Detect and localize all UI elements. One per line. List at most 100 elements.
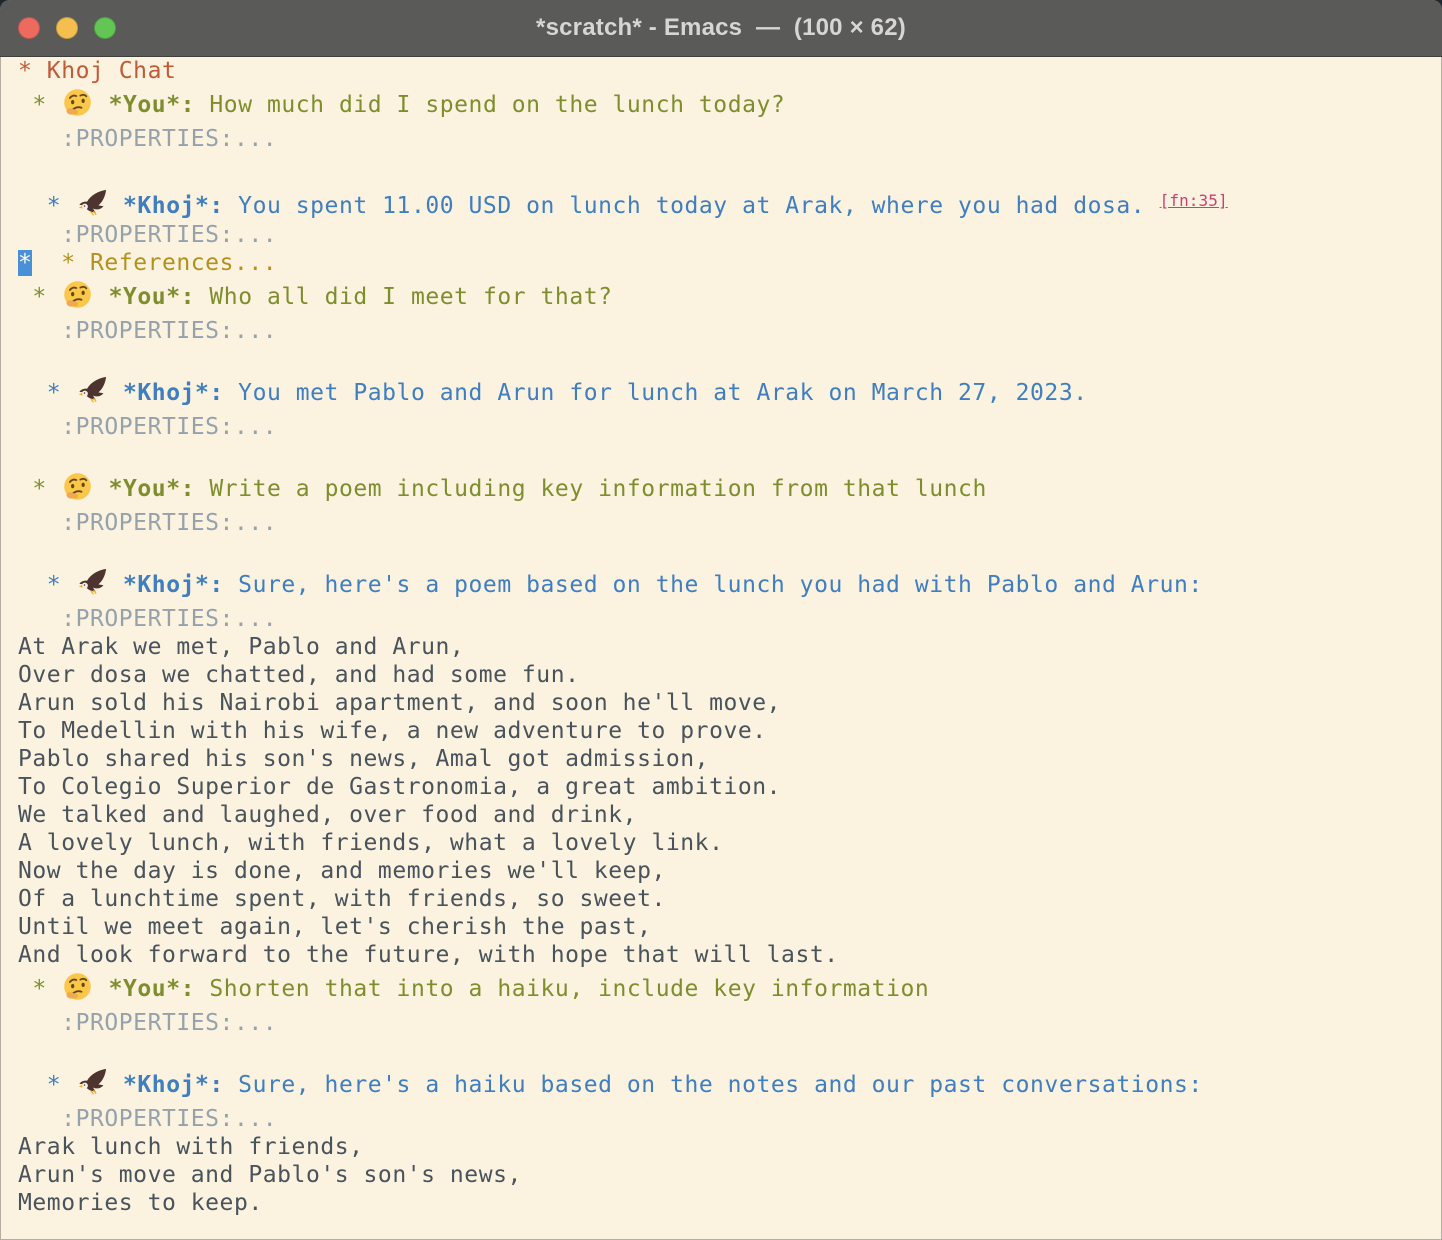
properties-line: :PROPERTIES:...	[18, 509, 1442, 537]
org-heading-khoj-chat: * Khoj Chat	[18, 58, 176, 84]
references-heading[interactable]: * References...	[61, 250, 277, 276]
text-line: To Medellin with his wife, a new adventu…	[18, 717, 1442, 745]
emacs-window: *scratch* - Emacs — (100 × 62) * Khoj Ch…	[0, 0, 1442, 1240]
footnote-link[interactable]: [fn:35]	[1160, 191, 1228, 210]
buffer-text: Of a lunchtime spent, with friends, so s…	[18, 886, 666, 912]
text-line: At Arak we met, Pablo and Arun,	[18, 633, 1442, 661]
thinking-face-emoji-icon	[61, 277, 94, 317]
you-message-text: *	[18, 976, 61, 1002]
buffer-text: Memories to keep.	[18, 1190, 263, 1216]
chat-message-khoj: * *Khoj*: Sure, here's a haiku based on …	[18, 1065, 1442, 1105]
eagle-emoji-icon	[76, 373, 109, 413]
text-line: Over dosa we chatted, and had some fun.	[18, 661, 1442, 689]
window-controls	[18, 17, 116, 39]
properties-drawer-toggle[interactable]: :PROPERTIES:...	[18, 126, 277, 152]
properties-drawer-toggle[interactable]: :PROPERTIES:...	[18, 1010, 277, 1036]
text-line: And look forward to the future, with hop…	[18, 941, 1442, 969]
chat-message-khoj: * *Khoj*: You spent 11.00 USD on lunch t…	[18, 181, 1442, 221]
eagle-emoji-icon	[76, 186, 109, 226]
khoj-message-text	[109, 572, 123, 598]
eagle-emoji-icon	[76, 565, 109, 605]
properties-drawer-toggle[interactable]: :PROPERTIES:...	[18, 510, 277, 536]
references-line: * * References...	[18, 249, 1442, 277]
khoj-message-text: Sure, here's a haiku based on the notes …	[224, 1072, 1203, 1098]
eagle-emoji-icon	[76, 1065, 109, 1105]
chat-message-you: * *You*: Shorten that into a haiku, incl…	[18, 969, 1442, 1009]
zoom-button[interactable]	[94, 17, 116, 39]
buffer-text: Pablo shared his son's news, Amal got ad…	[18, 746, 709, 772]
khoj-message-text	[109, 380, 123, 406]
chat-message-you: * *You*: How much did I spend on the lun…	[18, 85, 1442, 125]
you-message-text	[94, 476, 108, 502]
you-message-text: How much did I spend on the lunch today?	[195, 92, 785, 118]
thinking-face-emoji-icon	[61, 969, 94, 1009]
editor-buffer[interactable]: * Khoj Chat * *You*: How much did I spen…	[0, 57, 1442, 1240]
properties-drawer-toggle[interactable]: :PROPERTIES:...	[18, 414, 277, 440]
khoj-label: *Khoj*:	[123, 380, 224, 406]
cursor-block: *	[18, 250, 32, 276]
properties-line: :PROPERTIES:...	[18, 221, 1442, 249]
you-message-text: Write a poem including key information f…	[195, 476, 987, 502]
you-message-text: *	[18, 476, 61, 502]
buffer-text: And look forward to the future, with hop…	[18, 942, 839, 968]
org-heading-line: * Khoj Chat	[18, 57, 1442, 85]
buffer-text: At Arak we met, Pablo and Arun,	[18, 634, 464, 660]
properties-line: :PROPERTIES:...	[18, 413, 1442, 441]
thinking-face-emoji-icon	[61, 469, 94, 509]
text-line: Pablo shared his son's news, Amal got ad…	[18, 745, 1442, 773]
you-label: *You*:	[109, 92, 195, 118]
properties-drawer-toggle[interactable]: :PROPERTIES:...	[18, 222, 277, 248]
khoj-label: *Khoj*:	[123, 193, 224, 219]
khoj-message-text: You met Pablo and Arun for lunch at Arak…	[224, 380, 1088, 406]
khoj-message-text: Sure, here's a poem based on the lunch y…	[224, 572, 1203, 598]
khoj-message-text: *	[18, 572, 76, 598]
blank-line	[18, 537, 1442, 565]
buffer-text: Now the day is done, and memories we'll …	[18, 858, 666, 884]
khoj-message-text	[109, 1072, 123, 1098]
buffer-text: Until we meet again, let's cherish the p…	[18, 914, 651, 940]
text-line: Arun sold his Nairobi apartment, and soo…	[18, 689, 1442, 717]
buffer-text: We talked and laughed, over food and dri…	[18, 802, 637, 828]
buffer-text: Arak lunch with friends,	[18, 1134, 364, 1160]
khoj-label: *Khoj*:	[123, 1072, 224, 1098]
properties-drawer-toggle[interactable]: :PROPERTIES:...	[18, 318, 277, 344]
you-label: *You*:	[109, 976, 195, 1002]
properties-line: :PROPERTIES:...	[18, 1105, 1442, 1133]
khoj-message-text: You spent 11.00 USD on lunch today at Ar…	[224, 193, 1160, 219]
you-message-text	[94, 284, 108, 310]
text-line: Arak lunch with friends,	[18, 1133, 1442, 1161]
you-message-text: Who all did I meet for that?	[195, 284, 613, 310]
properties-line: :PROPERTIES:...	[18, 125, 1442, 153]
khoj-message-text: *	[18, 380, 76, 406]
buffer-text: To Medellin with his wife, a new adventu…	[18, 718, 767, 744]
text-line: Of a lunchtime spent, with friends, so s…	[18, 885, 1442, 913]
title-bar: *scratch* - Emacs — (100 × 62)	[0, 0, 1442, 57]
you-message-text: *	[18, 92, 61, 118]
khoj-message-text: *	[18, 193, 76, 219]
thinking-face-emoji-icon	[61, 85, 94, 125]
chat-message-you: * *You*: Write a poem including key info…	[18, 469, 1442, 509]
minimize-button[interactable]	[56, 17, 78, 39]
khoj-label: *Khoj*:	[123, 572, 224, 598]
text-line: Now the day is done, and memories we'll …	[18, 857, 1442, 885]
properties-drawer-toggle[interactable]: :PROPERTIES:...	[18, 606, 277, 632]
close-button[interactable]	[18, 17, 40, 39]
text-line: Until we meet again, let's cherish the p…	[18, 913, 1442, 941]
text-line: A lovely lunch, with friends, what a lov…	[18, 829, 1442, 857]
you-message-text	[94, 92, 108, 118]
buffer-text	[32, 250, 61, 276]
blank-line	[18, 1037, 1442, 1065]
properties-line: :PROPERTIES:...	[18, 1009, 1442, 1037]
chat-message-you: * *You*: Who all did I meet for that?	[18, 277, 1442, 317]
buffer-text: Arun sold his Nairobi apartment, and soo…	[18, 690, 781, 716]
text-line: Memories to keep.	[18, 1189, 1442, 1217]
you-message-text	[94, 976, 108, 1002]
buffer-text: A lovely lunch, with friends, what a lov…	[18, 830, 723, 856]
blank-line	[18, 441, 1442, 469]
buffer-text: Arun's move and Pablo's son's news,	[18, 1162, 522, 1188]
properties-drawer-toggle[interactable]: :PROPERTIES:...	[18, 1106, 277, 1132]
buffer-text: Over dosa we chatted, and had some fun.	[18, 662, 580, 688]
text-line: We talked and laughed, over food and dri…	[18, 801, 1442, 829]
chat-message-khoj: * *Khoj*: You met Pablo and Arun for lun…	[18, 373, 1442, 413]
chat-message-khoj: * *Khoj*: Sure, here's a poem based on t…	[18, 565, 1442, 605]
